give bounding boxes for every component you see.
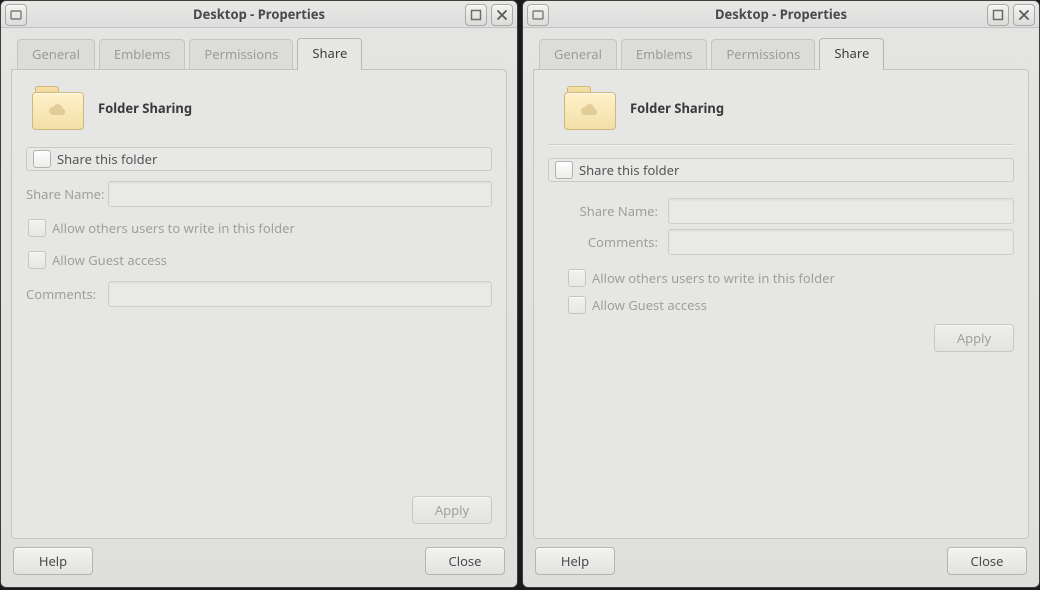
share-this-folder-group: Share this folder <box>548 158 1014 182</box>
close-label: Close <box>971 552 1004 570</box>
tab-label: General <box>554 45 602 63</box>
allow-guest-checkbox[interactable] <box>28 251 46 269</box>
maximize-icon <box>992 9 1004 21</box>
allow-guest-label: Allow Guest access <box>592 296 707 314</box>
maximize-button[interactable] <box>987 4 1009 26</box>
tab-label: General <box>32 45 80 63</box>
tab-permissions[interactable]: Permissions <box>711 39 815 69</box>
section-title: Folder Sharing <box>630 99 724 117</box>
help-label: Help <box>39 552 67 570</box>
allow-guest-checkbox[interactable] <box>568 296 586 314</box>
share-name-label: Share Name: <box>26 185 108 203</box>
tab-emblems[interactable]: Emblems <box>621 39 707 69</box>
tab-share[interactable]: Share <box>819 38 884 70</box>
close-label: Close <box>449 552 482 570</box>
tab-strip: General Emblems Permissions Share <box>11 38 507 69</box>
apply-button[interactable]: Apply <box>412 496 492 524</box>
maximize-button[interactable] <box>465 4 487 26</box>
comments-input[interactable] <box>108 281 492 307</box>
allow-write-checkbox[interactable] <box>28 219 46 237</box>
cloud-icon <box>579 103 601 119</box>
allow-write-checkbox[interactable] <box>568 269 586 287</box>
share-name-input[interactable] <box>108 181 492 207</box>
share-this-folder-label: Share this folder <box>579 161 679 179</box>
folder-share-icon <box>564 86 616 130</box>
tab-label: Permissions <box>204 45 278 63</box>
window-menu-button[interactable] <box>527 4 549 26</box>
tab-general[interactable]: General <box>539 39 617 69</box>
tab-label: Emblems <box>636 45 692 63</box>
help-button[interactable]: Help <box>535 547 615 575</box>
properties-window-right: Desktop - Properties General Emblems P <box>522 0 1040 588</box>
tab-general[interactable]: General <box>17 39 95 69</box>
tab-label: Permissions <box>726 45 800 63</box>
titlebar[interactable]: Desktop - Properties <box>1 1 517 28</box>
maximize-icon <box>470 9 482 21</box>
close-icon <box>1018 9 1030 21</box>
window-title: Desktop - Properties <box>193 5 325 23</box>
close-button[interactable] <box>491 4 513 26</box>
tab-label: Emblems <box>114 45 170 63</box>
titlebar[interactable]: Desktop - Properties <box>523 1 1039 28</box>
comments-input[interactable] <box>668 229 1014 255</box>
window-icon <box>10 9 22 21</box>
close-icon <box>496 9 508 21</box>
allow-write-label: Allow others users to write in this fold… <box>592 269 835 287</box>
share-this-folder-checkbox[interactable] <box>33 150 51 168</box>
tab-label: Share <box>312 44 347 62</box>
properties-window-left: Desktop - Properties General Emblems P <box>0 0 518 588</box>
allow-write-label: Allow others users to write in this fold… <box>52 219 295 237</box>
tab-content: Folder Sharing Share this folder Share N… <box>11 69 507 539</box>
share-this-folder-checkbox[interactable] <box>555 161 573 179</box>
share-this-folder-label: Share this folder <box>57 150 157 168</box>
tab-emblems[interactable]: Emblems <box>99 39 185 69</box>
window-icon <box>532 9 544 21</box>
tab-content: Folder Sharing Share this folder Share N… <box>533 69 1029 539</box>
tab-permissions[interactable]: Permissions <box>189 39 293 69</box>
share-this-folder-group: Share this folder <box>26 147 492 171</box>
folder-share-icon <box>32 86 84 130</box>
close-button-footer[interactable]: Close <box>947 547 1027 575</box>
window-menu-button[interactable] <box>5 4 27 26</box>
apply-label: Apply <box>435 501 469 519</box>
close-button-footer[interactable]: Close <box>425 547 505 575</box>
comments-label: Comments: <box>26 285 108 303</box>
section-title: Folder Sharing <box>98 99 192 117</box>
tab-label: Share <box>834 44 869 62</box>
separator <box>548 144 1014 145</box>
share-name-input[interactable] <box>668 198 1014 224</box>
close-button[interactable] <box>1013 4 1035 26</box>
window-title: Desktop - Properties <box>715 5 847 23</box>
allow-guest-label: Allow Guest access <box>52 251 167 269</box>
apply-button[interactable]: Apply <box>934 324 1014 352</box>
cloud-icon <box>47 103 69 119</box>
tab-share[interactable]: Share <box>297 38 362 70</box>
apply-label: Apply <box>957 329 991 347</box>
comments-label: Comments: <box>566 233 668 251</box>
tab-strip: General Emblems Permissions Share <box>533 38 1029 69</box>
help-button[interactable]: Help <box>13 547 93 575</box>
help-label: Help <box>561 552 589 570</box>
share-name-label: Share Name: <box>566 202 668 220</box>
